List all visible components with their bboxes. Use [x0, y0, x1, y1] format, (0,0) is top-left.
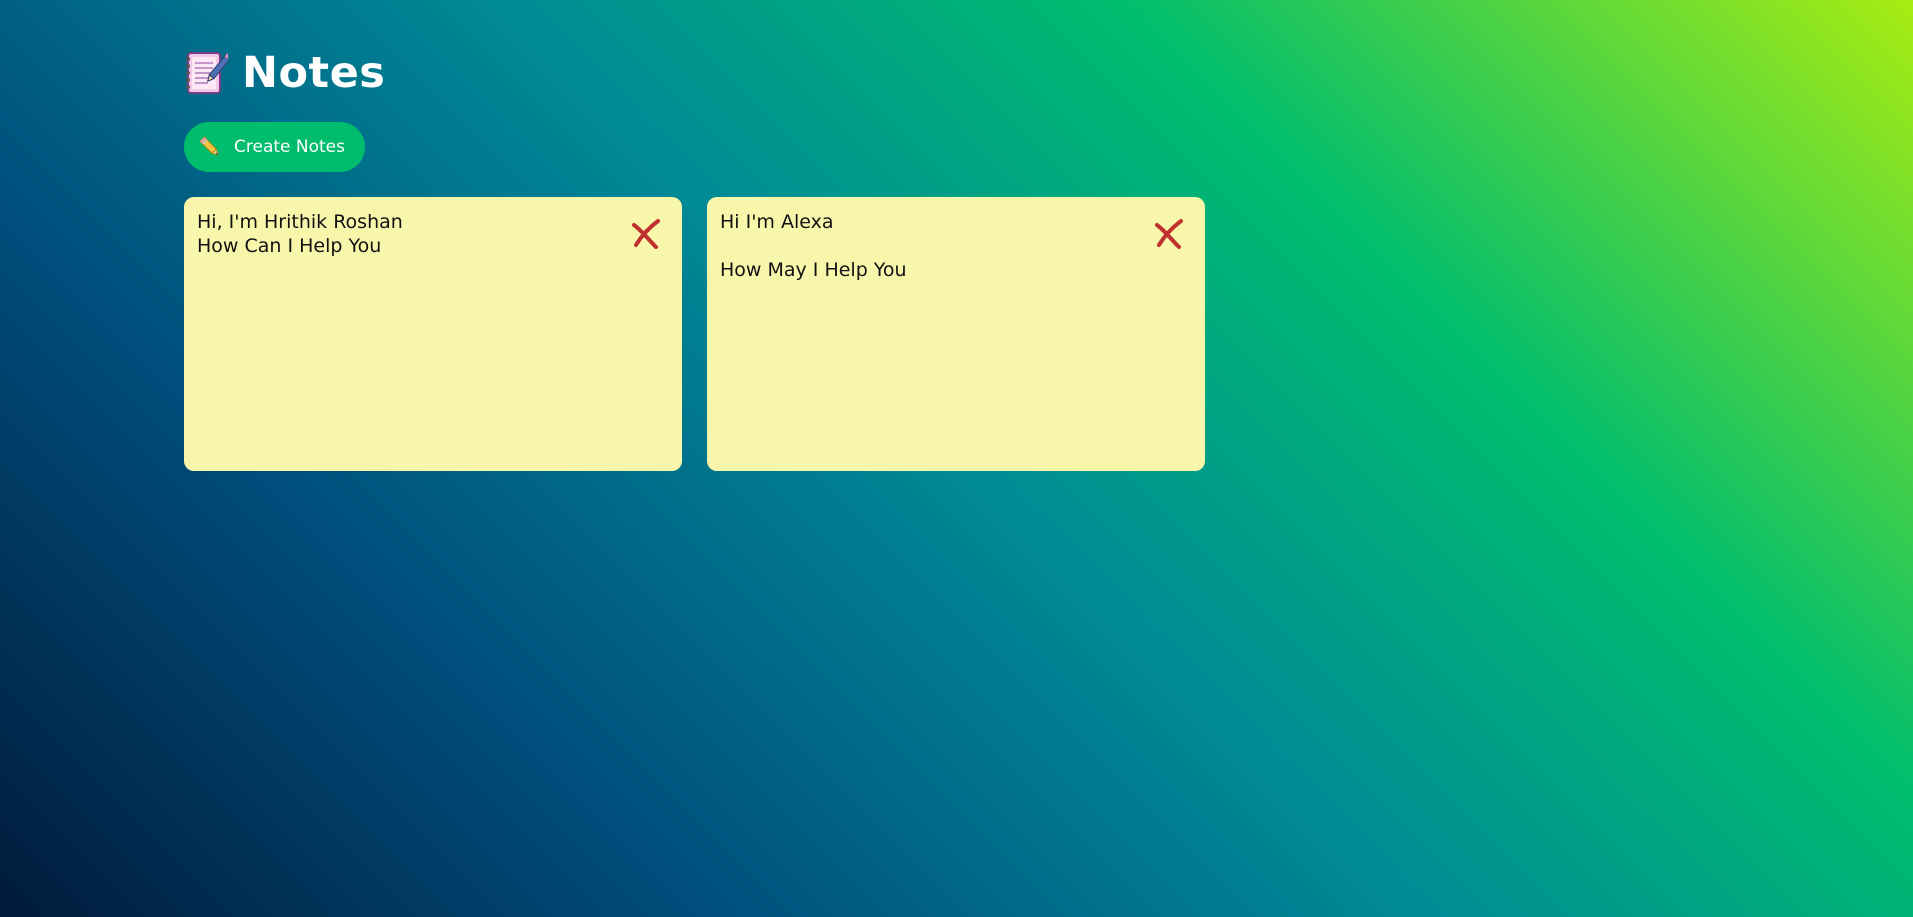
create-notes-label: Create Notes [234, 137, 345, 157]
pencil-icon [198, 135, 222, 159]
create-notes-button[interactable]: Create Notes [184, 122, 365, 172]
note-text[interactable]: Hi, I'm Hrithik Roshan How Can I Help Yo… [197, 210, 617, 258]
delete-icon[interactable] [1153, 217, 1185, 249]
notebook-icon [184, 49, 232, 97]
note-card[interactable]: Hi I'm Alexa How May I Help You [707, 197, 1205, 471]
note-text[interactable]: Hi I'm Alexa How May I Help You [720, 210, 1140, 282]
notes-list: Hi, I'm Hrithik Roshan How Can I Help Yo… [184, 197, 1205, 471]
page-header: Notes [184, 46, 1913, 100]
delete-icon[interactable] [630, 217, 662, 249]
app-container: Notes Create Notes Hi, I'm Hrithik Rosha… [184, 46, 1913, 471]
note-card[interactable]: Hi, I'm Hrithik Roshan How Can I Help Yo… [184, 197, 682, 471]
page-title: Notes [242, 48, 386, 98]
